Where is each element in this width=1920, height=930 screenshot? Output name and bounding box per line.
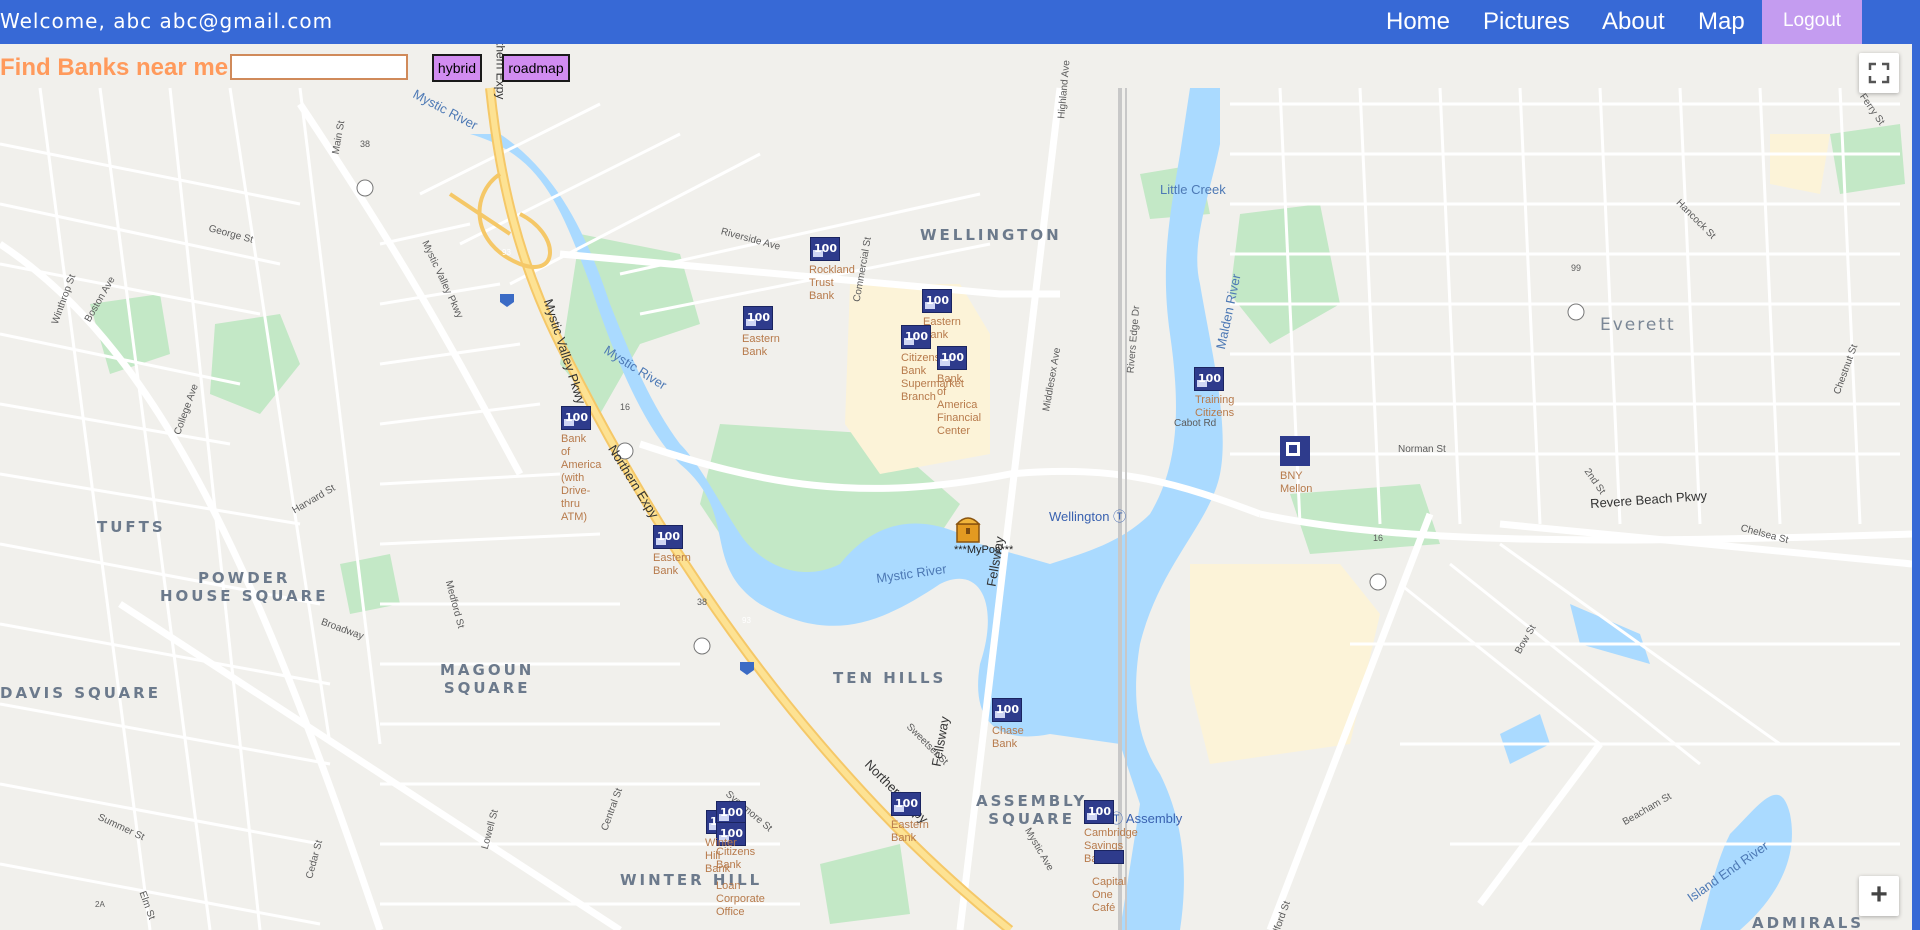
my-position-marker[interactable] — [955, 514, 981, 544]
bank-label: Loan Corporate Office — [716, 880, 765, 918]
fullscreen-button[interactable] — [1859, 53, 1899, 93]
bank-label: Citizens Bank — [716, 846, 756, 871]
marker-glyph: 100 — [895, 797, 918, 810]
bank-label: Eastern Bank — [742, 333, 780, 358]
nav-map[interactable]: Map — [1698, 8, 1745, 36]
city-label-everett: Everett — [1600, 315, 1676, 335]
bank-marker[interactable]: 100 — [810, 237, 840, 261]
area-label-assembly-square: ASSEMBLY SQUARE — [976, 792, 1088, 828]
nav-home[interactable]: Home — [1386, 8, 1450, 36]
zoom-in-button[interactable]: + — [1859, 876, 1899, 916]
bank-label: Bank of America Financial Center — [937, 373, 982, 437]
marker-glyph: 100 — [657, 530, 680, 543]
bank-marker[interactable] — [1094, 850, 1124, 864]
marker-glyph: 100 — [565, 411, 588, 424]
marker-glyph: 100 — [814, 242, 837, 255]
street-label: Norman St — [1398, 444, 1446, 455]
bank-marker[interactable] — [1280, 436, 1310, 466]
location-search-input[interactable] — [230, 54, 408, 80]
bank-marker[interactable]: 100 — [992, 698, 1022, 722]
area-label-davis-square: DAVIS SQUARE — [0, 684, 161, 702]
square-icon — [1286, 442, 1300, 456]
nav-pictures[interactable]: Pictures — [1483, 8, 1570, 36]
area-label-admirals: ADMIRALS — [1752, 914, 1865, 930]
marker-glyph: 100 — [926, 294, 949, 307]
bank-marker[interactable]: 100 — [922, 289, 952, 313]
marker-glyph: 100 — [941, 351, 964, 364]
find-banks-label: Find Banks near me: — [0, 54, 237, 81]
bank-label: Chase Bank — [992, 725, 1024, 750]
nav-about[interactable]: About — [1602, 8, 1665, 36]
route-shield-16: 16 — [1373, 533, 1384, 543]
marker-glyph: 100 — [1198, 372, 1221, 385]
marker-glyph: 100 — [905, 330, 928, 343]
bank-marker[interactable]: 100 — [901, 325, 931, 349]
area-label-powder-house-square: POWDER HOUSE SQUARE — [160, 569, 329, 605]
bank-label: BNY Mellon — [1280, 470, 1313, 495]
station-assembly[interactable]: Ⓣ Assembly — [1110, 808, 1182, 827]
marker-glyph: 100 — [996, 703, 1019, 716]
map-base-layer — [0, 44, 1912, 930]
route-shield-16: 16 — [620, 402, 631, 412]
bank-label: Training Citizens — [1195, 394, 1235, 419]
bank-marker[interactable]: 100 — [937, 346, 967, 370]
bank-label: Eastern Bank — [653, 552, 691, 577]
station-label: Wellington — [1049, 509, 1110, 524]
bank-label: Capital One Café — [1092, 876, 1127, 914]
route-shield-38: 38 — [360, 139, 371, 149]
water-label-little-creek: Little Creek — [1160, 182, 1226, 197]
my-position-label: ***MyPos*** — [954, 544, 1014, 556]
station-label: Assembly — [1125, 811, 1183, 826]
route-shield-2a: 2A — [95, 900, 105, 909]
bank-marker[interactable]: 100 — [743, 306, 773, 330]
map-canvas[interactable]: 38 16 16 93 93 99 2A 38 WELLINGTON TUFTS… — [0, 44, 1912, 930]
logout-button[interactable]: Logout — [1762, 0, 1862, 44]
station-wellington[interactable]: Wellington Ⓣ — [1049, 506, 1126, 525]
marker-glyph: 100 — [720, 806, 743, 819]
area-label-magoun-square: MAGOUN SQUARE — [440, 661, 535, 697]
bank-marker[interactable]: 100 — [1194, 367, 1224, 391]
marker-glyph: 100 — [747, 311, 770, 324]
marker-glyph: 100 — [1088, 805, 1111, 818]
transit-icon: Ⓣ — [1113, 509, 1127, 524]
bank-label: Bank of America (with Drive- thru ATM) — [561, 433, 602, 523]
roadmap-button[interactable]: roadmap — [502, 54, 570, 82]
treasure-chest-icon — [955, 517, 981, 543]
fullscreen-icon — [1868, 62, 1890, 84]
bank-marker[interactable]: 100 — [561, 406, 591, 430]
area-label-ten-hills: TEN HILLS — [833, 669, 947, 687]
bank-marker[interactable]: 100 — [1084, 800, 1114, 824]
route-shield-38: 38 — [697, 597, 708, 607]
bank-label: Rockland Trust Bank — [809, 264, 855, 302]
route-shield-93: 93 — [742, 616, 751, 625]
area-label-tufts: TUFTS — [97, 518, 166, 536]
hybrid-button[interactable]: hybrid — [432, 54, 482, 82]
bank-marker[interactable]: 100 — [891, 792, 921, 816]
page-edge — [1912, 44, 1920, 930]
top-nav-bar: Welcome, abc abc@gmail.com Home Pictures… — [0, 0, 1920, 44]
bank-label: Eastern Bank — [891, 819, 929, 844]
area-label-wellington: WELLINGTON — [920, 226, 1062, 244]
route-shield-93: 93 — [502, 248, 511, 257]
bank-marker[interactable]: 100 — [653, 525, 683, 549]
route-shield-99: 99 — [1571, 263, 1582, 273]
welcome-text: Welcome, abc abc@gmail.com — [0, 9, 334, 33]
